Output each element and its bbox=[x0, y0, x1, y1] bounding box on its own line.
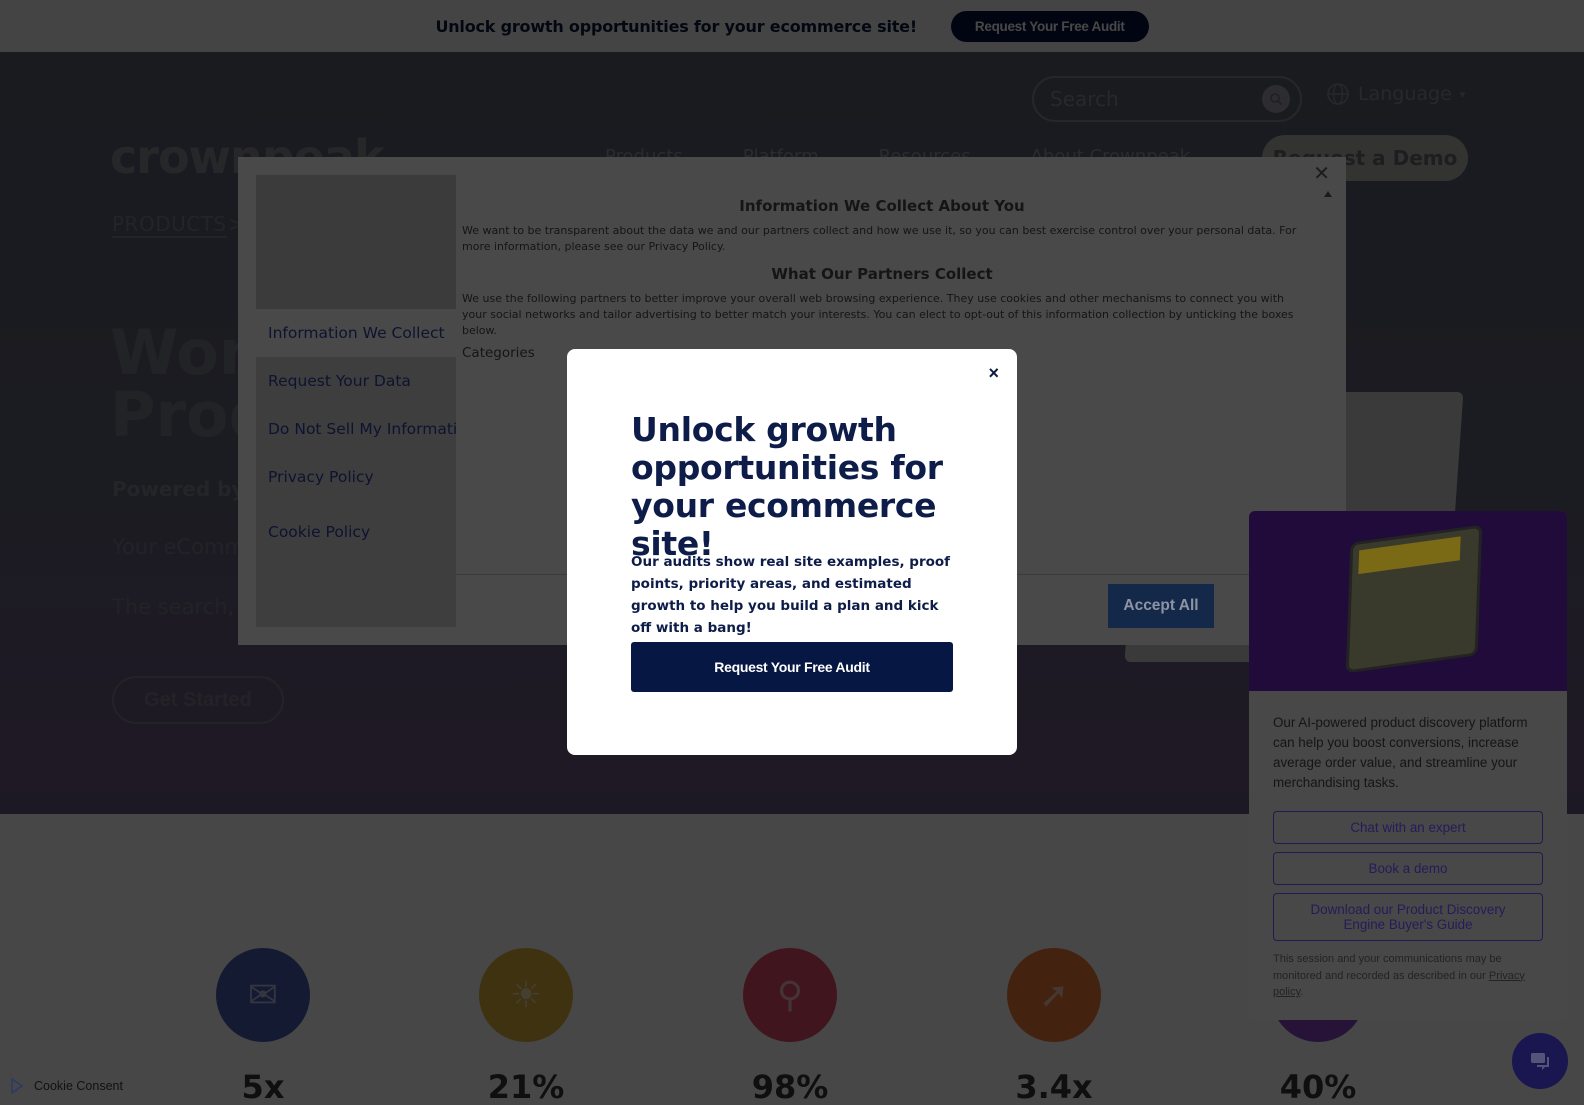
cookie-close-icon[interactable]: ✕ bbox=[1313, 161, 1330, 185]
cookie-content: Information We Collect About You We want… bbox=[462, 197, 1302, 361]
accept-all-button[interactable]: Accept All bbox=[1108, 584, 1214, 628]
cookie-para-partners: We use the following partners to better … bbox=[462, 292, 1294, 337]
cookie-heading-info: Information We Collect About You bbox=[739, 197, 1025, 215]
cookie-consent-label: Cookie Consent bbox=[34, 1078, 123, 1093]
chat-intro-text: Our AI-powered product discovery platfor… bbox=[1273, 715, 1528, 790]
cookie-consent-logo-icon bbox=[11, 1077, 24, 1094]
cookie-sidebar: Information We Collect Request Your Data… bbox=[256, 175, 456, 627]
cookie-heading-partners: What Our Partners Collect bbox=[771, 265, 993, 283]
close-icon[interactable]: × bbox=[988, 363, 999, 384]
audit-popup-description: Our audits show real site examples, proo… bbox=[631, 554, 951, 636]
cookie-tab-information-we-collect[interactable]: Information We Collect bbox=[256, 309, 456, 357]
cookie-para-info: We want to be transparent about the data… bbox=[462, 224, 1297, 253]
chat-icon bbox=[1531, 1053, 1549, 1070]
book-demo-button[interactable]: Book a demo bbox=[1273, 852, 1543, 885]
chat-widget-image bbox=[1249, 511, 1567, 691]
cookie-tab-privacy-policy[interactable]: Privacy Policy bbox=[256, 453, 456, 501]
cookie-tab-do-not-sell[interactable]: Do Not Sell My Information bbox=[256, 405, 456, 453]
cookie-tab-cookie-policy[interactable]: Cookie Policy bbox=[256, 501, 456, 563]
tablet-guide-image bbox=[1345, 524, 1483, 674]
request-free-audit-button[interactable]: Request Your Free Audit bbox=[631, 642, 953, 692]
chat-note-suffix: . bbox=[1300, 986, 1304, 998]
chat-with-expert-button[interactable]: Chat with an expert bbox=[1273, 811, 1543, 844]
cookie-consent-badge[interactable]: Cookie Consent bbox=[0, 1066, 136, 1105]
chat-widget-card: Our AI-powered product discovery platfor… bbox=[1249, 511, 1567, 1020]
chat-note-text: This session and your communications may… bbox=[1273, 953, 1502, 982]
download-guide-button[interactable]: Download our Product Discovery Engine Bu… bbox=[1273, 893, 1543, 941]
cookie-tab-request-your-data[interactable]: Request Your Data bbox=[256, 357, 456, 405]
chat-launcher-button[interactable] bbox=[1512, 1033, 1568, 1089]
audit-popup-title: Unlock growth opportunities for your eco… bbox=[631, 410, 943, 563]
chat-privacy-note: This session and your communications may… bbox=[1273, 951, 1543, 1001]
scroll-up-arrow-icon[interactable] bbox=[1324, 191, 1332, 197]
cookie-logo-area bbox=[256, 175, 456, 309]
audit-popup: × Unlock growth opportunities for your e… bbox=[567, 349, 1017, 755]
